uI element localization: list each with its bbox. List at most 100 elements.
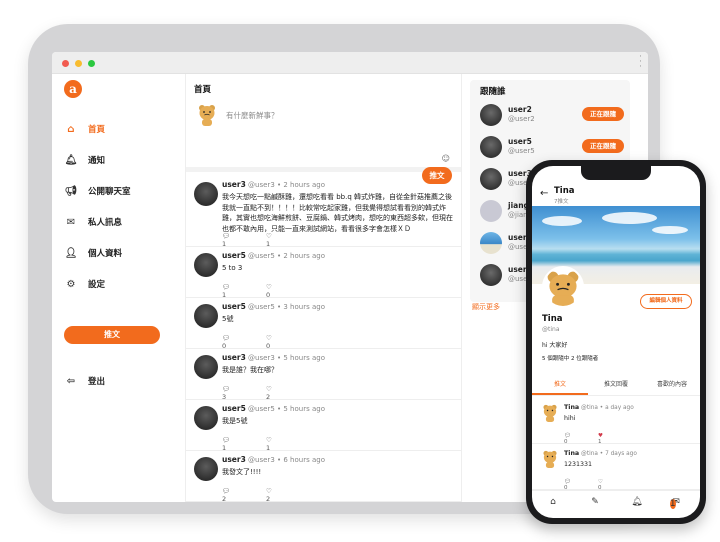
app-logo[interactable]: a — [64, 80, 82, 98]
avatar[interactable] — [194, 355, 218, 379]
tab-likes[interactable]: 喜歡的內容 — [644, 376, 700, 395]
sidebar-item-home[interactable]: ⌂ 首頁 — [64, 120, 105, 138]
profile-tabs: 推文 推文回覆 喜歡的內容 — [532, 376, 700, 396]
tab-tweets[interactable]: 推文 — [532, 376, 588, 395]
post-author-handle: @user3 — [248, 181, 275, 189]
minimize-window-button[interactable] — [75, 60, 82, 67]
post-time: 5 hours ago — [283, 354, 325, 362]
avatar[interactable] — [194, 457, 218, 481]
bottom-nav-bar: ⌂ ✎ 🔔︎ ✉1 — [532, 490, 700, 518]
feed-post[interactable]: user3 @user3 • 6 hours ago 我發文了!!!! 💬︎ 2… — [186, 451, 461, 502]
sidebar-item-settings[interactable]: ⚙ 設定 — [64, 275, 106, 293]
post-author-name: user5 — [222, 251, 246, 260]
avatar[interactable] — [480, 104, 502, 126]
avatar[interactable] — [194, 253, 218, 277]
reply-button[interactable]: 💬︎ 1 — [222, 232, 266, 248]
sidebar-item-messages[interactable]: ✉ 私人訊息 — [64, 213, 122, 231]
gear-icon: ⚙ — [66, 278, 76, 290]
post-time: 2 hours ago — [283, 181, 325, 189]
post-author-name: user3 — [222, 180, 246, 189]
avatar[interactable] — [194, 182, 218, 206]
megaphone-icon: 📢︎ — [64, 185, 78, 197]
profile-post[interactable]: Tina @tina • 7 days ago 1231331 💬︎ 0 ♡ 0 — [532, 444, 700, 491]
user-icon: 👤︎ — [64, 247, 78, 259]
post-author-handle: @tina — [581, 405, 598, 411]
feather-icon[interactable]: ✎ — [574, 491, 616, 518]
tab-replies[interactable]: 推文回覆 — [588, 376, 644, 395]
compose-input[interactable]: 有什麼新鮮事？ — [226, 110, 279, 121]
feed-post[interactable]: user5 @user5 • 3 hours ago 5號 💬︎ 0 ♡ 0 — [186, 298, 461, 350]
kakao-bear-avatar — [199, 105, 215, 126]
feed-post[interactable]: user5 @user5 • 2 hours ago 5 to 3 💬︎ 1 ♡ … — [186, 247, 461, 299]
more-vertical-icon[interactable]: · · · — [639, 53, 642, 72]
post-author-handle: @user3 — [248, 456, 275, 464]
post-time: 7 days ago — [605, 451, 637, 457]
post-time: 2 hours ago — [283, 252, 325, 260]
post-text: 我是5號 — [222, 417, 248, 425]
feed-post[interactable]: user3 @user3 • 2 hours ago 我今天想吃一點鹹酥雞，還想… — [186, 176, 461, 248]
zoom-window-button[interactable] — [88, 60, 95, 67]
reply-count: 2 — [222, 495, 227, 502]
sidebar: a ⌂ 首頁 🔔︎ 通知 📢︎ 公開聊天室 ✉ 私人訊息 👤︎ 個人資料 ⚙ 設… — [52, 74, 186, 502]
show-more-link[interactable]: 顯示更多 — [472, 302, 500, 312]
like-button[interactable]: ♡ 1 — [266, 436, 310, 452]
mail-icon[interactable]: ✉1 — [658, 491, 700, 518]
logout-label: 登出 — [88, 377, 106, 387]
edit-profile-button[interactable]: 編輯個人資料 — [640, 294, 692, 309]
marketing-mockup: · · · a ⌂ 首頁 🔔︎ 通知 📢︎ 公開聊天室 ✉ 私人訊息 👤︎ 個人… — [0, 0, 720, 542]
sidebar-item-label: 公開聊天室 — [88, 187, 131, 197]
avatar[interactable] — [480, 168, 502, 190]
reply-button[interactable]: 💬︎ 1 — [222, 283, 266, 299]
kakao-bear-avatar[interactable] — [542, 450, 558, 468]
post-author-handle: @tina — [581, 451, 598, 457]
like-button[interactable]: ♡ 0 — [266, 283, 310, 299]
close-window-button[interactable] — [62, 60, 69, 67]
emoji-icon[interactable]: ☺ — [442, 154, 450, 163]
phone-screen: ← Tina 7推文 編輯個人資料 Tina @tina hi 大家好 5 個跟… — [532, 166, 700, 518]
follow-suggestion[interactable]: user2 @user2 正在跟隨 — [480, 102, 630, 130]
sidebar-item-notifications[interactable]: 🔔︎ 通知 — [64, 151, 105, 169]
profile-post[interactable]: Tina @tina • a day ago hihi 💬︎ 0 ♥ 1 — [532, 398, 700, 445]
window-titlebar: · · · — [52, 52, 648, 74]
avatar[interactable] — [194, 406, 218, 430]
sidebar-item-label: 個人資料 — [88, 249, 123, 259]
like-button[interactable]: ♡ 1 — [266, 232, 310, 248]
avatar[interactable] — [480, 200, 502, 222]
kakao-bear-avatar[interactable] — [542, 404, 558, 422]
reply-button[interactable]: 💬︎ 2 — [222, 487, 266, 502]
home-icon[interactable]: ⌂ — [532, 491, 574, 518]
profile-avatar[interactable] — [542, 266, 584, 308]
avatar[interactable] — [480, 232, 502, 254]
suggestion-name: user2 — [508, 105, 532, 114]
reply-button[interactable]: 💬︎ 1 — [222, 436, 266, 452]
bell-icon[interactable]: 🔔︎ — [616, 491, 658, 518]
reply-button[interactable]: 💬︎ 0 — [222, 334, 266, 350]
reply-button[interactable]: 💬︎ 3 — [222, 385, 266, 401]
avatar[interactable] — [194, 304, 218, 328]
like-button[interactable]: ♡ 2 — [266, 385, 310, 401]
logout-button[interactable]: ⇦ 登出 — [64, 372, 105, 390]
like-button[interactable]: ♡ 0 — [266, 334, 310, 350]
home-icon: ⌂ — [67, 123, 75, 135]
profile-follow-stats[interactable]: 5 個跟隨中 2 位跟隨者 — [542, 354, 598, 362]
phone-device-frame: ← Tina 7推文 編輯個人資料 Tina @tina hi 大家好 5 個跟… — [526, 160, 706, 524]
profile-tweet-count: 7推文 — [554, 199, 569, 205]
suggestion-name: user — [508, 233, 527, 242]
sidebar-item-profile[interactable]: 👤︎ 個人資料 — [64, 244, 122, 262]
avatar[interactable] — [480, 264, 502, 286]
back-arrow-icon[interactable]: ← — [540, 188, 548, 199]
following-button[interactable]: 正在跟隨 — [582, 139, 624, 153]
sidebar-item-public-chat[interactable]: 📢︎ 公開聊天室 — [64, 182, 131, 200]
avatar[interactable] — [480, 136, 502, 158]
post-text: 我今天想吃一點鹹酥雞，還想吃看看 bb.q 韓式炸雞，自從金針菇推薦之後我就一直… — [222, 193, 453, 233]
following-button[interactable]: 正在跟隨 — [582, 107, 624, 121]
post-author-handle: @user5 — [248, 252, 275, 260]
feed-post[interactable]: user5 @user5 • 5 hours ago 我是5號 💬︎ 1 ♡ 1 — [186, 400, 461, 452]
post-author-name: user5 — [222, 404, 246, 413]
suggestion-handle: @user5 — [508, 147, 535, 155]
follow-suggestion[interactable]: user5 @user5 正在跟隨 — [480, 134, 630, 162]
feed-post[interactable]: user3 @user3 • 5 hours ago 我是誰？我在哪？ 💬︎ 3… — [186, 349, 461, 401]
tweet-button[interactable]: 推文 — [64, 326, 160, 344]
like-button[interactable]: ♡ 2 — [266, 487, 310, 502]
post-author-name: Tina — [564, 450, 580, 457]
